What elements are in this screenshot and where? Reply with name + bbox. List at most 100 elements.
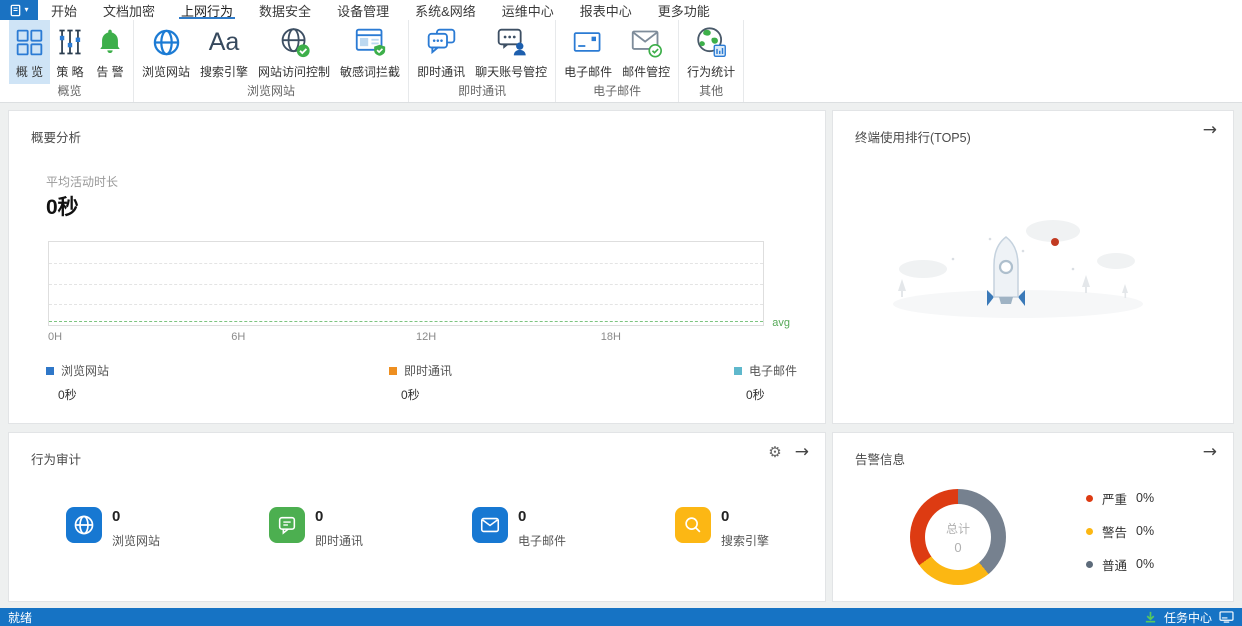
menu-tab-doc-encrypt[interactable]: 文档加密: [90, 0, 168, 20]
overview-grid-icon: [14, 23, 45, 61]
stat-value: 0: [721, 508, 730, 525]
legend-value: 0%: [1136, 491, 1155, 505]
legend-label: 警告: [1102, 525, 1128, 540]
stat-label: 浏览网站: [112, 534, 161, 548]
arrow-right-icon[interactable]: →: [1203, 122, 1217, 139]
legend-item-normal: 普通 0%: [1086, 557, 1155, 573]
site-access-control-icon: [278, 23, 311, 61]
legend-item-email: 电子邮件 0秒: [734, 362, 797, 403]
ribbon-item-chat-account-control[interactable]: 聊天账号管控: [470, 20, 552, 84]
ribbon-item-search-engine[interactable]: Aa 搜索引擎: [195, 20, 253, 84]
avg-line-label: avg: [772, 317, 790, 329]
x-tick: 0H: [48, 331, 63, 343]
x-tick: 6H: [231, 331, 246, 343]
app-logo-icon: [11, 4, 21, 16]
ribbon-item-label: 电子邮件: [564, 65, 613, 79]
legend-item-severe: 严重 0%: [1086, 491, 1155, 507]
task-center-button[interactable]: 任务中心: [1144, 609, 1234, 626]
legend-item-browse: 浏览网站 0秒: [46, 362, 109, 403]
legend-dot: [1086, 494, 1093, 502]
ribbon-item-label: 策 略: [56, 65, 84, 79]
stat-email[interactable]: 0 电子邮件: [472, 507, 675, 549]
stat-browse-site[interactable]: 0 浏览网站: [66, 507, 269, 549]
legend-label: 电子邮件: [749, 364, 798, 378]
menu-tab-web-behavior[interactable]: 上网行为: [168, 0, 246, 20]
ribbon-item-email[interactable]: 电子邮件: [559, 20, 617, 84]
app-menu-button[interactable]: ▾: [0, 0, 38, 20]
ribbon-item-label: 敏感词拦截: [340, 65, 401, 79]
card-title: 概要分析: [31, 131, 82, 145]
menu-tab-device-mgmt[interactable]: 设备管理: [324, 0, 402, 20]
ribbon-item-im[interactable]: 即时通讯: [412, 20, 470, 84]
legend-item-warning: 警告 0%: [1086, 524, 1155, 540]
alert-bell-icon: [95, 23, 125, 61]
menu-tab-ops-center[interactable]: 运维中心: [489, 0, 567, 20]
status-bar: 就绪 任务中心: [0, 608, 1242, 626]
ribbon-item-mail-control[interactable]: 邮件管控: [617, 20, 675, 84]
activity-area-chart: avg: [48, 241, 790, 329]
ribbon-group-other: 行为统计 其他: [679, 20, 745, 102]
ribbon-group-label: 电子邮件: [593, 84, 642, 98]
x-tick: 18H: [600, 331, 621, 343]
ribbon-item-sensitive-word-block[interactable]: 敏感词拦截: [335, 20, 405, 84]
ribbon-item-browse-site[interactable]: 浏览网站: [137, 20, 195, 84]
donut-total-label: 总计: [945, 521, 970, 536]
legend-value: 0%: [1136, 557, 1155, 571]
menu-tab-data-security[interactable]: 数据安全: [246, 0, 324, 20]
sensitive-word-block-icon: [354, 23, 387, 61]
ribbon-item-behavior-stats[interactable]: 行为统计: [682, 20, 740, 84]
browse-globe-icon: [151, 23, 182, 61]
menu-tab-more[interactable]: 更多功能: [645, 0, 723, 20]
monitor-icon[interactable]: [1219, 611, 1234, 623]
avg-reference-line: [49, 321, 763, 322]
mail-control-icon: [630, 23, 663, 61]
card-title: 告警信息: [855, 453, 906, 467]
summary-analysis-card: 概要分析 平均活动时长 0秒 avg 0H 6H 12H 18H 浏览网站 0秒…: [8, 110, 826, 424]
legend-label: 浏览网站: [61, 364, 110, 378]
legend-value: 0%: [1136, 524, 1155, 538]
caret-down-icon: ▾: [24, 5, 29, 14]
chat-account-control-icon: [495, 23, 528, 61]
ribbon-group-overview: 概 览 策 略 告 警 概览: [6, 20, 134, 102]
legend-label: 即时通讯: [404, 364, 453, 378]
legend-swatch: [389, 366, 397, 375]
arrow-right-icon[interactable]: →: [1203, 444, 1217, 461]
ribbon-group-label: 其他: [699, 84, 724, 98]
ribbon-item-label: 搜索引擎: [200, 65, 249, 79]
stat-label: 电子邮件: [518, 534, 567, 548]
ribbon-item-alert[interactable]: 告 警: [90, 20, 130, 84]
status-ready-text: 就绪: [8, 610, 33, 625]
chart-gridline: [49, 283, 763, 285]
audit-stats-row: 0 浏览网站 0 即时通讯 0 电子邮件 0 搜索引擎: [66, 507, 878, 549]
search-engine-aa-icon: Aa: [208, 27, 240, 56]
stat-im[interactable]: 0 即时通讯: [269, 507, 472, 549]
chart-gridline: [49, 262, 763, 264]
ribbon-item-label: 概 览: [15, 65, 44, 79]
gear-icon[interactable]: ⚙: [768, 445, 781, 460]
ribbon-item-label: 浏览网站: [142, 65, 191, 79]
ribbon-item-site-access-control[interactable]: 网站访问控制: [253, 20, 335, 84]
email-icon: [572, 23, 604, 61]
ribbon-group-im: 即时通讯 聊天账号管控 即时通讯: [409, 20, 557, 102]
menu-tab-system-network[interactable]: 系统&网络: [402, 0, 489, 20]
legend-label: 普通: [1102, 558, 1128, 573]
ribbon-item-policy[interactable]: 策 略: [50, 20, 90, 84]
download-icon: [1145, 611, 1156, 623]
legend-label: 严重: [1102, 492, 1128, 507]
ribbon-item-label: 网站访问控制: [258, 65, 331, 79]
arrow-right-icon[interactable]: →: [795, 444, 809, 461]
behavior-audit-card: 行为审计 ⚙ → 0 浏览网站 0 即时通讯 0 电子邮件 0 搜索引擎: [8, 432, 826, 602]
ribbon-item-label: 告 警: [96, 65, 124, 79]
menu-tab-start[interactable]: 开始: [38, 0, 90, 20]
donut-center-text: 总计 0: [910, 489, 1006, 585]
ribbon-item-overview[interactable]: 概 览: [9, 20, 50, 84]
terminal-top5-card: 终端使用排行(TOP5) →: [832, 110, 1234, 424]
legend-dot: [1086, 560, 1093, 568]
ribbon-group-email: 电子邮件 邮件管控 电子邮件: [556, 20, 680, 102]
chart-x-axis: 0H 6H 12H 18H: [48, 331, 764, 345]
menu-tab-report-center[interactable]: 报表中心: [567, 0, 645, 20]
policy-sliders-icon: [55, 23, 85, 61]
stat-label: 即时通讯: [315, 534, 364, 548]
legend-swatch: [734, 366, 742, 375]
stat-label: 搜索引擎: [721, 534, 770, 548]
